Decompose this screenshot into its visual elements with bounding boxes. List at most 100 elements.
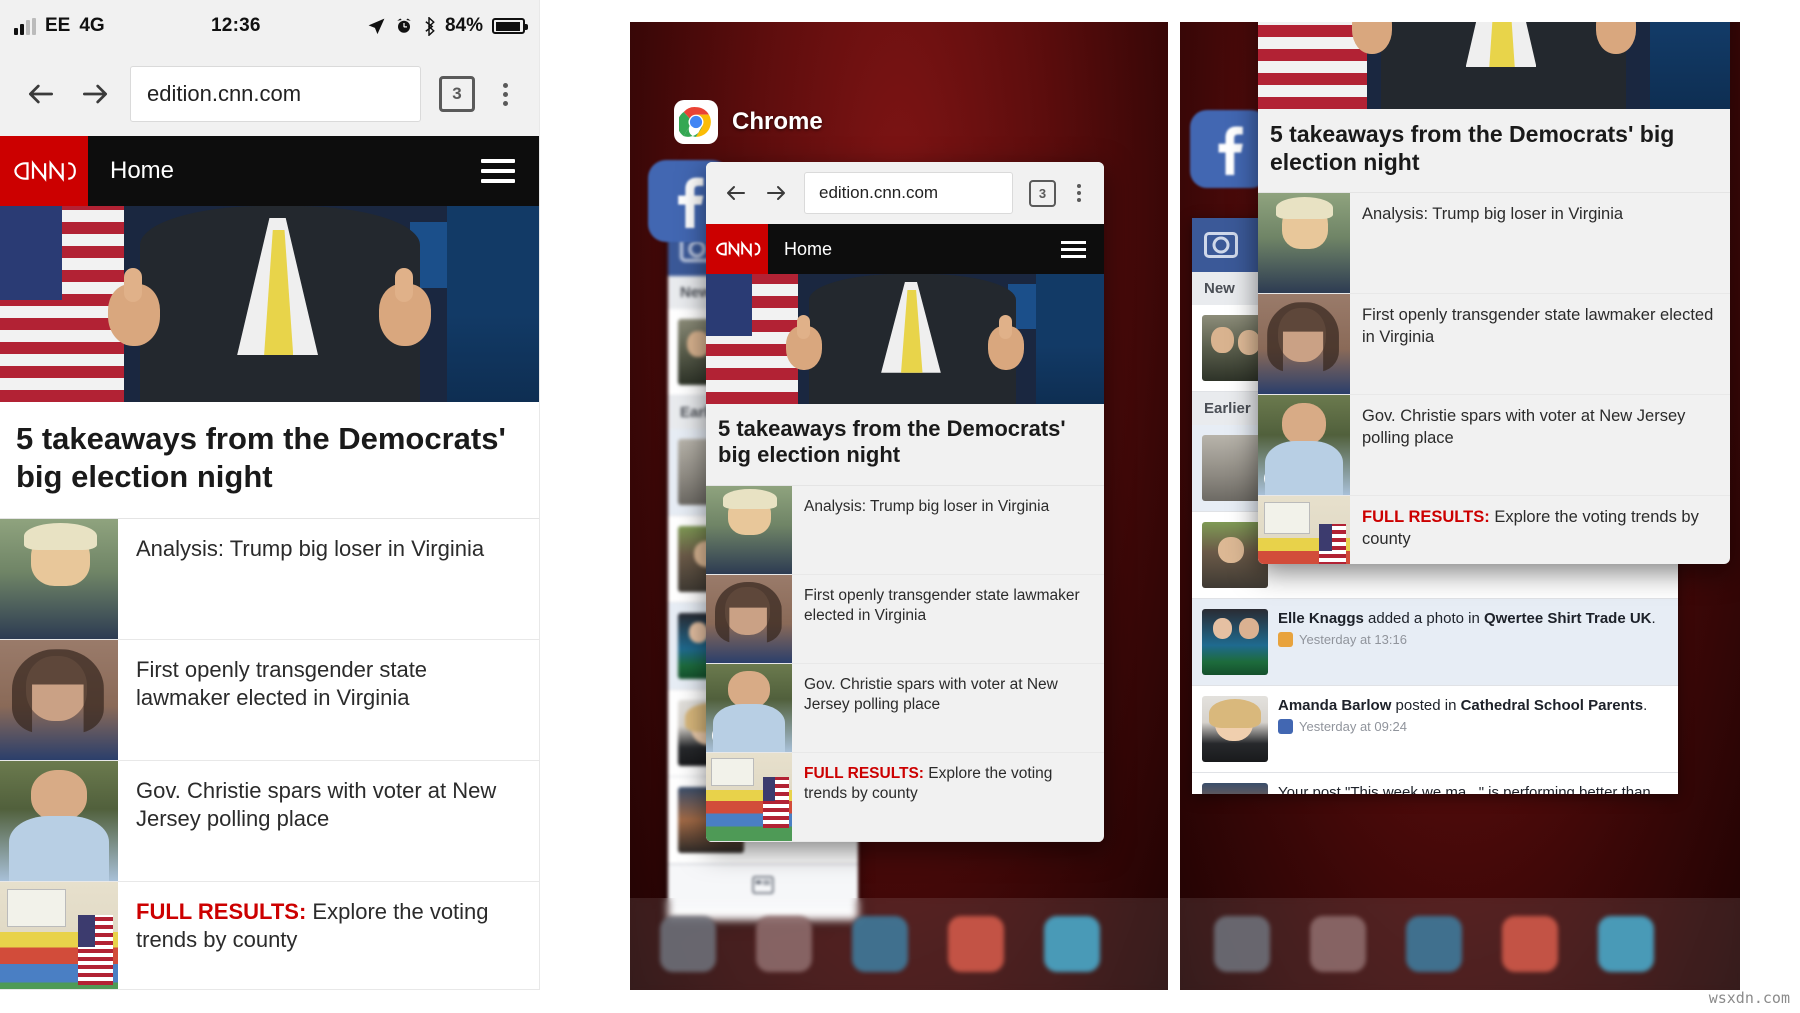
camera-icon[interactable] [1204,232,1238,258]
play-icon[interactable] [712,724,733,746]
full-results-label: FULL RESULTS: [804,764,924,782]
cnn-logo-icon[interactable] [706,224,768,274]
article-title: FULL RESULTS: Explore the voting trends … [118,882,539,989]
watermark: wsxdn.com [1708,989,1790,1007]
notification-row[interactable]: Your post "This week we ma..." is perfor… [1192,773,1678,794]
notification-time: Yesterday at 13:16 [1299,631,1407,647]
article-list-item[interactable]: FULL RESULTS: Explore the voting trends … [1258,496,1730,564]
article-list-item[interactable]: First openly transgender state lawmaker … [1258,294,1730,396]
cnn-logo-icon[interactable] [0,136,88,206]
browser-menu-button[interactable] [1064,184,1094,202]
article-title: First openly transgender state lawmaker … [136,656,428,711]
notification-target: Qwertee Shirt Trade UK [1483,610,1652,627]
battery-percent-label: 84% [444,15,483,36]
avatar [1202,609,1268,675]
chrome-task-card[interactable]: 5 takeaways from the Democrats' big elec… [1258,22,1730,564]
avatar [1202,783,1268,794]
notification-suffix: . [1643,697,1648,714]
cnn-header: Home [0,136,539,206]
article-thumbnail [706,574,792,663]
back-button[interactable] [14,67,68,121]
full-results-label: FULL RESULTS: [1362,508,1490,527]
article-list-item[interactable]: Analysis: Trump big loser in Virginia [0,518,539,640]
hero-headline[interactable]: 5 takeaways from the Democrats' big elec… [0,402,539,519]
article-title: First openly transgender state lawmaker … [1362,306,1714,346]
article-thumbnail [1258,294,1350,395]
cnn-menu-icon[interactable] [1061,240,1086,258]
article-thumbnail [706,485,792,574]
alarm-clock-icon [397,18,411,33]
notification-suffix: . [1651,610,1656,627]
home-dock [630,898,1168,990]
article-list-item[interactable]: First openly transgender state lawmaker … [0,639,539,761]
notification-text: Your post "This week we ma..." is perfor… [1278,784,1651,794]
chrome-task-card[interactable]: edition.cnn.com 3 Home 5 takeaways from … [706,162,1104,842]
hero-headline[interactable]: 5 takeaways from the Democrats' big elec… [706,404,1104,486]
article-thumbnail [706,663,792,752]
hero-headline[interactable]: 5 takeaways from the Democrats' big elec… [1258,109,1730,194]
notification-meta: Yesterday at 09:24 [1278,718,1647,734]
article-thumbnail [0,760,118,881]
notification-text: Elle Knaggs added a photo in Qwertee Shi… [1278,609,1656,629]
full-results-label: FULL RESULTS: [136,898,307,924]
article-list-item[interactable]: Analysis: Trump big loser in Virginia [1258,193,1730,295]
notification-actor: Elle Knaggs [1278,610,1364,627]
panel-browser-fullscreen: EE 4G 12:36 84% edition.cnn.com 3 Home 5… [0,0,540,990]
forward-button[interactable] [68,67,122,121]
battery-icon [492,18,528,34]
article-list-item[interactable]: Gov. Christie spars with voter at New Je… [706,663,1104,753]
notification-action: posted in [1391,697,1461,714]
notification-row[interactable]: Amanda Barlow posted in Cathedral School… [1192,686,1678,773]
signal-bars-icon [14,17,36,35]
article-title: Analysis: Trump big loser in Virginia [136,535,485,561]
app-label-chrome: Chrome [674,100,823,144]
tab-switcher-button[interactable]: 3 [1029,179,1056,207]
chrome-icon [674,100,718,144]
clock-label: 12:36 [211,15,261,36]
play-icon[interactable] [1264,468,1285,490]
cnn-menu-icon[interactable] [481,159,515,183]
article-title: Gov. Christie spars with voter at New Je… [136,777,497,832]
forward-button[interactable] [756,173,796,213]
cnn-header: Home [706,224,1104,274]
hero-image [0,206,539,402]
browser-toolbar: edition.cnn.com 3 [706,162,1104,224]
location-arrow-icon [368,18,385,34]
article-title: Analysis: Trump big loser in Virginia [1362,205,1624,224]
address-bar[interactable]: edition.cnn.com [804,172,1013,214]
article-list-item[interactable]: Analysis: Trump big loser in Virginia [706,485,1104,575]
notification-row[interactable]: Elle Knaggs added a photo in Qwertee Shi… [1192,599,1678,686]
screenshot-root: EE 4G 12:36 84% edition.cnn.com 3 Home 5… [0,0,1800,1013]
notification-meta: Yesterday at 13:16 [1278,631,1656,647]
article-list-item[interactable]: Gov. Christie spars with voter at New Je… [1258,395,1730,497]
article-thumbnail [0,639,118,760]
facebook-app-icon[interactable] [1190,110,1268,188]
article-title: Gov. Christie spars with voter at New Je… [1362,407,1686,447]
article-title: Analysis: Trump big loser in Virginia [804,497,1050,515]
cnn-nav-home[interactable]: Home [784,239,832,260]
cnn-nav-home[interactable]: Home [110,157,174,185]
tab-switcher-button[interactable]: 3 [439,76,475,112]
avatar [1202,696,1268,762]
hero-image [706,274,1104,404]
article-list-item[interactable]: First openly transgender state lawmaker … [706,574,1104,664]
news-feed-icon[interactable] [752,876,774,899]
play-icon[interactable] [9,841,39,872]
article-title: Gov. Christie spars with voter at New Je… [804,675,1058,713]
browser-menu-button[interactable] [485,82,525,106]
home-dock [1180,898,1740,990]
notification-action: added a photo in [1363,610,1484,627]
notification-time: Yesterday at 09:24 [1299,718,1407,734]
browser-toolbar: edition.cnn.com 3 [0,52,539,136]
hero-image [1258,22,1730,109]
notification-target: Cathedral School Parents [1460,697,1644,714]
article-thumbnail [1258,395,1350,496]
article-list-item[interactable]: FULL RESULTS: Explore the voting trends … [0,881,539,989]
back-button[interactable] [716,173,756,213]
tab-count-label: 3 [452,84,462,103]
article-list-item[interactable]: Gov. Christie spars with voter at New Je… [0,760,539,882]
article-title: FULL RESULTS: Explore the voting trends … [792,753,1104,841]
address-bar[interactable]: edition.cnn.com [130,66,421,122]
status-bar: EE 4G 12:36 84% [0,0,539,52]
article-list-item[interactable]: FULL RESULTS: Explore the voting trends … [706,752,1104,842]
